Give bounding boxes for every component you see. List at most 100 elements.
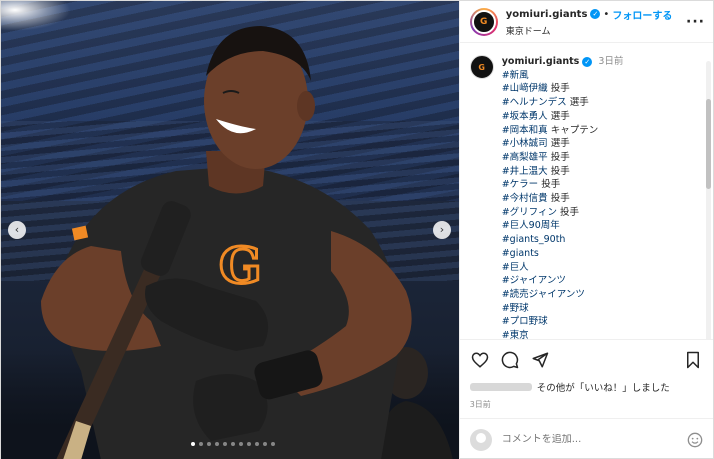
hashtag-link[interactable]: #坂本勇人: [502, 111, 548, 122]
caption-line: #小林誠司 選手: [502, 137, 624, 151]
caption-line: #東京: [502, 329, 624, 339]
hashtag-link[interactable]: #高梨雄平: [502, 152, 548, 163]
caption-line: #岡本和真 キャプテン: [502, 124, 624, 138]
caption-role-text: キャプテン: [547, 124, 599, 136]
hashtag-link[interactable]: #山﨑伊織: [502, 83, 548, 94]
hashtag-link[interactable]: #ジャイアンツ: [502, 275, 566, 286]
carousel-dot: [239, 442, 243, 446]
caption-time: 3日前: [598, 56, 624, 67]
hashtag-link[interactable]: #今村信貴: [502, 193, 548, 204]
username-link[interactable]: yomiuri.giants: [506, 9, 588, 20]
caption-avatar[interactable]: G: [469, 55, 494, 79]
caption-line: #山﨑伊織 投手: [502, 82, 624, 96]
hashtag-link[interactable]: #井上温大: [502, 166, 548, 177]
carousel-dot: [199, 442, 203, 446]
hashtag-link[interactable]: #新風: [502, 70, 529, 81]
hashtag-link[interactable]: #ケラー: [502, 179, 538, 190]
caption-line: #野球: [502, 302, 624, 316]
svg-text:G: G: [219, 236, 262, 295]
caption-line: #井上温大 投手: [502, 165, 624, 179]
follow-button[interactable]: フォローする: [612, 7, 672, 22]
verified-icon: ✓: [590, 9, 601, 19]
caption-role-text: 選手: [547, 110, 570, 122]
hashtag-link[interactable]: #giants_90th: [502, 234, 566, 245]
caption-role-text: 投手: [538, 179, 561, 191]
likes-summary[interactable]: その他が「いいね！」しました: [460, 379, 713, 395]
caption-role-text: 選手: [547, 138, 570, 150]
caption-area[interactable]: G yomiuri.giants ✓ 3日前 #新風 #山﨑伊織 投手 #ヘルナンデ…: [460, 43, 713, 339]
post-date: 3日前: [469, 400, 491, 409]
caption-role-text: 投手: [547, 165, 570, 177]
caption-role-text: 投手: [547, 83, 570, 95]
location-link[interactable]: 東京ドーム: [506, 24, 686, 37]
caption-hashtags: #新風 #山﨑伊織 投手 #ヘルナンデス 選手 #坂本勇人 選手 #岡本和真 キャプテン…: [502, 69, 624, 339]
caption-line: #ケラー 投手: [502, 178, 624, 192]
carousel-dot: [207, 442, 211, 446]
caption-line: #巨人: [502, 261, 624, 275]
caption-line: #読売ジャイアンツ: [502, 288, 624, 302]
hashtag-link[interactable]: #巨人: [502, 262, 529, 273]
blurred-username: [469, 383, 532, 391]
hashtag-link[interactable]: #プロ野球: [502, 316, 548, 327]
verified-icon: ✓: [582, 56, 593, 67]
caption-role-text: 投手: [547, 193, 570, 205]
more-options-icon[interactable]: ···: [686, 14, 705, 30]
post-photo[interactable]: G ‹ ›: [1, 1, 459, 459]
likes-text: その他が「いいね！」しました: [536, 383, 670, 394]
carousel-dot: [247, 442, 251, 446]
caption-line: #今村信貴 投手: [502, 192, 624, 206]
share-icon[interactable]: [530, 350, 550, 370]
hashtag-link[interactable]: #ヘルナンデス: [502, 97, 567, 108]
carousel-dot: [271, 442, 275, 446]
hashtag-link[interactable]: #小林誠司: [502, 138, 548, 149]
carousel-dot: [215, 442, 219, 446]
action-bar: [459, 339, 713, 379]
caption-role-text: 投手: [557, 206, 580, 218]
instagram-post: G ‹ › G yomiuri.giants ✓ • フォローする 東京ドーム …: [0, 0, 714, 459]
hashtag-link[interactable]: #岡本和真: [502, 125, 548, 136]
hashtag-link[interactable]: #野球: [502, 303, 529, 314]
post-header: G yomiuri.giants ✓ • フォローする 東京ドーム ···: [459, 1, 713, 43]
emoji-icon[interactable]: [687, 432, 703, 448]
hashtag-link[interactable]: #巨人90周年: [502, 220, 560, 231]
chevron-left-icon[interactable]: ‹: [8, 221, 26, 239]
caption-line: #プロ野球: [502, 315, 624, 329]
hashtag-link[interactable]: #読売ジャイアンツ: [502, 289, 585, 300]
carousel-dot: [263, 442, 267, 446]
caption-line: #巨人90周年: [502, 219, 624, 233]
caption-line: #ヘルナンデス 選手: [502, 96, 624, 110]
user-avatar: [469, 428, 492, 451]
carousel-dot: [255, 442, 259, 446]
bookmark-icon[interactable]: [683, 350, 703, 370]
caption-line: #giants: [502, 247, 624, 261]
header-text: yomiuri.giants ✓ • フォローする 東京ドーム: [506, 7, 686, 37]
caption-header: yomiuri.giants ✓ 3日前: [502, 55, 624, 69]
caption-line: #ジャイアンツ: [502, 274, 624, 288]
caption-role-text: 投手: [547, 151, 570, 163]
scrollbar-thumb[interactable]: [706, 99, 711, 189]
caption-line: #新風: [502, 69, 624, 83]
carousel-dot: [191, 442, 195, 446]
header-line: yomiuri.giants ✓ • フォローする: [506, 7, 686, 22]
caption-username-link[interactable]: yomiuri.giants: [502, 55, 580, 69]
hashtag-link[interactable]: #東京: [502, 330, 529, 339]
separator: •: [603, 8, 610, 20]
caption-role-text: 選手: [566, 97, 589, 109]
heart-icon[interactable]: [470, 350, 490, 370]
caption-scrollbar[interactable]: [706, 61, 711, 339]
comment-input[interactable]: [501, 434, 687, 445]
caption-line: #高梨雄平 投手: [502, 151, 624, 165]
caption-line: #グリフィン 投手: [502, 206, 624, 220]
avatar[interactable]: G: [469, 7, 498, 36]
chevron-right-icon[interactable]: ›: [433, 221, 451, 239]
hashtag-link[interactable]: #グリフィン: [502, 207, 557, 218]
comment-bar: [459, 418, 713, 459]
hashtag-link[interactable]: #giants: [502, 248, 539, 259]
caption-body: yomiuri.giants ✓ 3日前 #新風 #山﨑伊織 投手 #ヘルナンデス …: [502, 55, 624, 339]
avatar-logo: G: [471, 9, 496, 34]
carousel-dot: [223, 442, 227, 446]
caption-line: #giants_90th: [502, 233, 624, 247]
comment-icon[interactable]: [500, 350, 520, 370]
carousel-dots: [191, 442, 275, 446]
post-side-panel: G yomiuri.giants ✓ • フォローする 東京ドーム ··· G …: [458, 1, 713, 459]
